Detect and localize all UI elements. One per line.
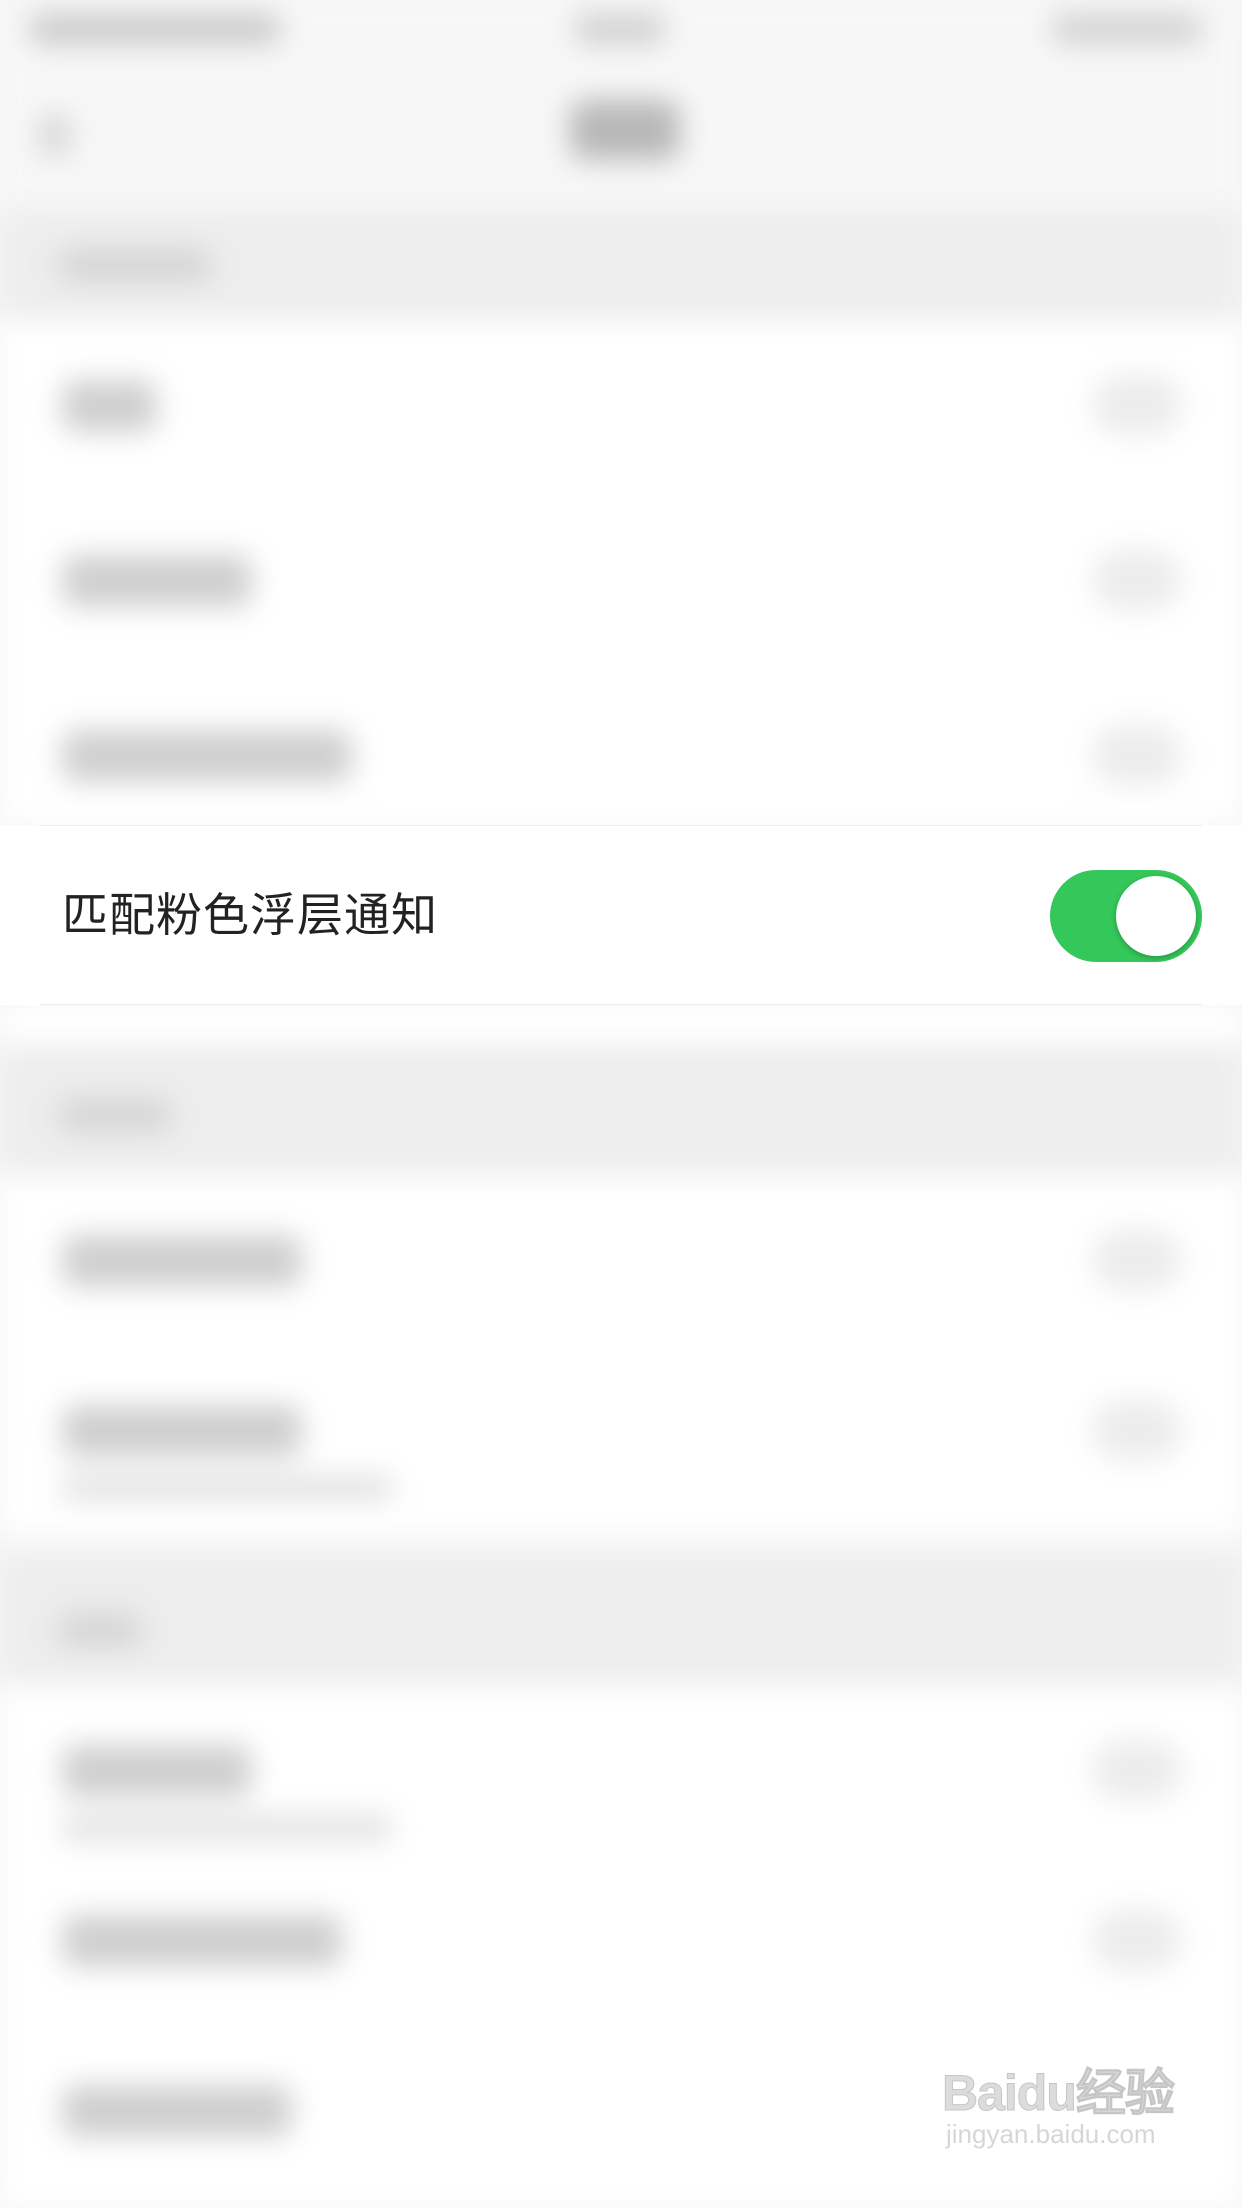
row-label-blur [62, 730, 352, 782]
row-label-blur [62, 1235, 302, 1287]
row-control-blur [1092, 725, 1182, 785]
status-bar [0, 0, 1242, 60]
status-right-blur [1052, 14, 1202, 44]
pink-overlay-notification-toggle[interactable] [1050, 870, 1202, 962]
settings-screen: 匹配粉色浮层通知 Baidu经验 jingyan.baidu.com [0, 0, 1242, 2208]
settings-row-pink-overlay-notification[interactable]: 匹配粉色浮层通知 [0, 825, 1242, 1005]
row-control-blur [1092, 1230, 1182, 1290]
row-subtitle-blur [62, 1815, 392, 1841]
row-control-blur [1092, 375, 1182, 435]
row-label-blur [62, 555, 252, 607]
page-title-blur [570, 100, 680, 160]
blurred-background [0, 0, 1242, 2208]
watermark-url: jingyan.baidu.com [946, 2119, 1156, 2149]
row-label-blur [62, 1745, 252, 1797]
status-left-blur [30, 14, 280, 44]
baidu-watermark: Baidu经验 jingyan.baidu.com [942, 2053, 1182, 2163]
settings-row[interactable] [0, 1175, 1242, 1355]
section-header-label [60, 1615, 140, 1645]
status-center-blur [575, 14, 665, 44]
settings-row[interactable] [0, 1685, 1242, 1865]
settings-group-1-tail [0, 1005, 1242, 1045]
settings-row[interactable] [0, 320, 1242, 500]
section-header-label [60, 250, 210, 280]
row-subtitle-blur [62, 1475, 392, 1501]
settings-row[interactable] [0, 1855, 1242, 2035]
row-control-blur [1092, 1740, 1182, 1800]
row-label-blur [62, 2085, 292, 2137]
section-header-3 [0, 1555, 1242, 1685]
settings-group-2 [0, 1175, 1242, 1535]
toggle-knob [1116, 876, 1196, 956]
section-header-2 [0, 1045, 1242, 1175]
settings-row[interactable] [0, 670, 1242, 850]
settings-row[interactable] [0, 1345, 1242, 1525]
settings-row[interactable] [0, 495, 1242, 675]
back-icon[interactable] [40, 115, 70, 155]
row-control-blur [1092, 1400, 1182, 1460]
settings-group-1 [0, 320, 1242, 825]
row-label-blur [62, 1915, 342, 1967]
row-label-blur [62, 380, 157, 432]
row-control-blur [1092, 1910, 1182, 1970]
section-header-1 [0, 210, 1242, 320]
section-header-label [60, 1100, 170, 1130]
baidu-logo: Baidu经验 [942, 2065, 1176, 2122]
row-control-blur [1092, 550, 1182, 610]
row-label: 匹配粉色浮层通知 [62, 888, 438, 942]
nav-bar [0, 60, 1242, 210]
row-label-blur [62, 1405, 302, 1457]
